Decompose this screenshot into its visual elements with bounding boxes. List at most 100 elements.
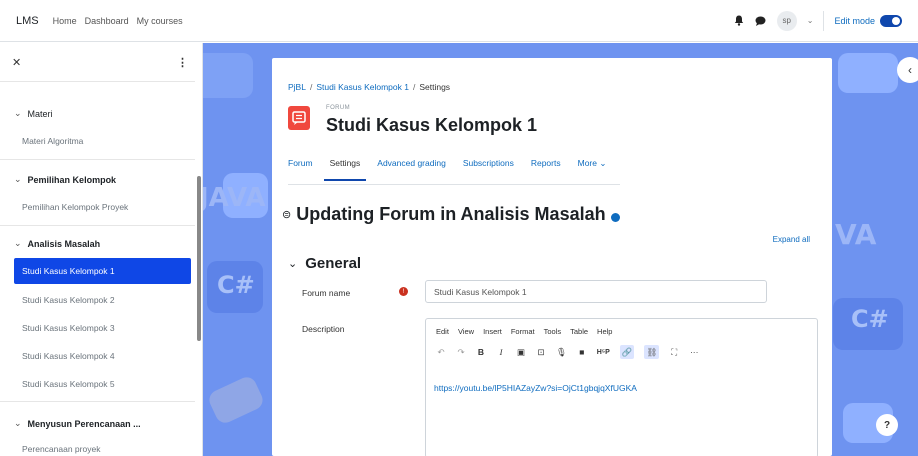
section-chevron-icon[interactable]: ⌄ [14, 108, 22, 119]
help-icon[interactable] [610, 212, 620, 222]
editor-menubar: Edit View Insert Format Tools Table Help [436, 327, 612, 336]
microphone-icon[interactable]: 🎙 [556, 345, 567, 359]
section-chevron-icon[interactable]: ⌄ [14, 418, 22, 429]
description-label: Description [302, 324, 345, 334]
decor-bubble [203, 53, 253, 98]
tab-advanced-grading[interactable]: Advanced grading [377, 158, 446, 180]
close-drawer-icon[interactable]: ✕ [12, 56, 21, 69]
breadcrumb: PjBL / Studi Kasus Kelompok 1/Settings [288, 82, 450, 92]
breadcrumb-current: Settings [419, 82, 451, 92]
italic-icon[interactable]: I [496, 345, 506, 359]
breadcrumb-activity-link[interactable]: Studi Kasus Kelompok 1 [316, 82, 409, 92]
editor-menu-view[interactable]: View [458, 327, 474, 336]
editor-menu-help[interactable]: Help [597, 327, 612, 336]
redo-icon[interactable]: ↷ [456, 345, 466, 359]
course-index-drawer: ✕ ⋮ ⌄ Materi Materi Algoritma ⌄ Pemiliha… [0, 43, 203, 456]
course-item-studi-kasus-1-active[interactable]: Studi Kasus Kelompok 1 [14, 258, 191, 284]
navbar-divider [823, 10, 825, 31]
section-menyusun-perencanaan[interactable]: ⌄ Menyusun Perencanaan ... [14, 418, 141, 429]
breadcrumb-course-link[interactable]: PjBL [288, 82, 306, 92]
image-icon[interactable]: ▣ [516, 345, 526, 359]
required-icon: ! [399, 287, 408, 296]
navbar-right: sp ⌄ Edit mode [733, 10, 902, 31]
tab-more-label: More [577, 158, 597, 168]
section-chevron-icon[interactable]: ⌄ [14, 238, 22, 249]
open-block-drawer-chevron-left-icon[interactable]: ‹ [897, 57, 918, 83]
user-avatar[interactable]: sp [776, 10, 797, 31]
tabs-divider [288, 184, 620, 185]
section-title: Materi [27, 108, 53, 119]
page-heading: ⊜ Updating Forum in Analisis Masalah [282, 204, 620, 225]
editor-menu-table[interactable]: Table [570, 327, 588, 336]
fullscreen-icon[interactable]: ⛶ [669, 345, 679, 359]
decor-pen [206, 374, 266, 426]
nav-dashboard-link[interactable]: Dashboard [85, 16, 129, 26]
more-toolbar-icon[interactable]: ··· [689, 345, 699, 359]
bold-icon[interactable]: B [476, 345, 486, 359]
tab-subscriptions[interactable]: Subscriptions [463, 158, 514, 180]
decor-java-text: JAVA [203, 183, 266, 213]
h5p-icon[interactable]: H⁵P [597, 345, 610, 359]
secondary-navigation-tabs: Forum Settings Advanced grading Subscrip… [288, 158, 607, 181]
course-item-pemilihan-kelompok-proyek[interactable]: Pemilihan Kelompok Proyek [22, 202, 128, 212]
course-item-studi-kasus-5[interactable]: Studi Kasus Kelompok 5 [22, 379, 115, 389]
section-chevron-icon[interactable]: ⌄ [14, 174, 22, 185]
messages-icon[interactable] [755, 15, 767, 27]
editor-content-link[interactable]: https://youtu.be/lP5HIAZayZw?si=OjCt1gbq… [434, 383, 637, 393]
forum-activity-icon [288, 106, 310, 130]
unlink-icon[interactable]: ⛓ [644, 345, 660, 359]
expand-all-link[interactable]: Expand all [773, 235, 810, 244]
tab-more[interactable]: More ⌄ [578, 158, 607, 180]
description-editor[interactable]: Edit View Insert Format Tools Table Help… [425, 318, 818, 456]
drawer-options-kebab-icon[interactable]: ⋮ [177, 56, 188, 69]
nav-my-courses-link[interactable]: My courses [137, 16, 183, 26]
tab-reports[interactable]: Reports [531, 158, 561, 180]
course-item-materi-algoritma[interactable]: Materi Algoritma [22, 136, 83, 146]
edit-mode-switch[interactable]: Edit mode [834, 14, 902, 27]
section-divider [0, 401, 195, 402]
section-analisis-masalah[interactable]: ⌄ Analisis Masalah [14, 238, 100, 249]
course-index-list: ⌄ Materi Materi Algoritma ⌄ Pemilihan Ke… [0, 81, 203, 456]
section-general-title: General [305, 255, 362, 272]
section-pemilihan-kelompok[interactable]: ⌄ Pemilihan Kelompok [14, 174, 116, 185]
site-brand[interactable]: LMS [16, 15, 39, 27]
help-question-icon[interactable]: ? [876, 414, 898, 436]
drawer-scrollbar[interactable] [197, 176, 201, 341]
forum-heading-icon: ⊜ [282, 209, 292, 221]
edit-mode-label: Edit mode [834, 15, 875, 26]
decor-java-text: VA [835, 218, 877, 251]
media-icon[interactable]: ⊡ [536, 345, 546, 359]
section-title: Menyusun Perencanaan ... [27, 418, 141, 429]
course-item-studi-kasus-2[interactable]: Studi Kasus Kelompok 2 [22, 295, 115, 305]
section-general-header[interactable]: ⌄ General [288, 255, 361, 272]
editor-toolbar: ↶ ↷ B I ▣ ⊡ 🎙 ■ H⁵P 🔗 ⛓ ⛶ ··· [436, 344, 699, 360]
course-item-studi-kasus-4[interactable]: Studi Kasus Kelompok 4 [22, 351, 115, 361]
nav-home-link[interactable]: Home [53, 16, 77, 26]
editor-menu-format[interactable]: Format [511, 327, 535, 336]
editor-menu-tools[interactable]: Tools [544, 327, 562, 336]
section-divider [0, 225, 195, 226]
forum-name-input[interactable]: Studi Kasus Kelompok 1 [425, 280, 767, 303]
activity-type-label: FORUM [326, 105, 350, 111]
activity-title: Studi Kasus Kelompok 1 [326, 115, 538, 135]
course-item-studi-kasus-3[interactable]: Studi Kasus Kelompok 3 [22, 323, 115, 333]
section-title: Analisis Masalah [27, 238, 101, 249]
section-materi[interactable]: ⌄ Materi [14, 108, 53, 119]
video-camera-icon[interactable]: ■ [577, 345, 587, 359]
decor-csharp-text: C# [851, 305, 889, 333]
edit-mode-toggle[interactable] [880, 14, 902, 27]
tab-more-chevron-down-icon: ⌄ [599, 158, 607, 168]
tab-forum[interactable]: Forum [288, 158, 313, 180]
decor-bubble [838, 53, 898, 93]
link-icon[interactable]: 🔗 [619, 345, 635, 359]
user-menu-chevron-down-icon[interactable]: ⌄ [807, 16, 814, 25]
notification-bell-icon[interactable] [733, 15, 745, 27]
main-content-card: PjBL / Studi Kasus Kelompok 1/Settings FOR… [272, 58, 832, 456]
collapse-chevron-icon[interactable]: ⌄ [288, 257, 297, 270]
tab-settings[interactable]: Settings [323, 158, 366, 181]
undo-icon[interactable]: ↶ [436, 345, 446, 359]
editor-menu-insert[interactable]: Insert [483, 327, 502, 336]
editor-menu-edit[interactable]: Edit [436, 327, 449, 336]
section-title: Pemilihan Kelompok [27, 174, 117, 185]
course-item-perencanaan-proyek[interactable]: Perencanaan proyek [22, 444, 100, 454]
